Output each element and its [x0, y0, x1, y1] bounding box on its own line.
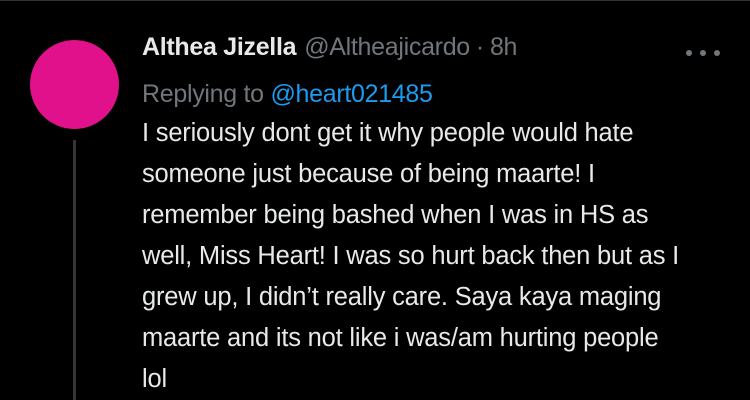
more-dot	[686, 50, 692, 56]
tweet-text-line: well, Miss Heart! I was so hurt back the…	[142, 242, 680, 270]
author-handle[interactable]: @Altheajicardo	[304, 33, 470, 62]
more-dot	[714, 50, 720, 56]
tweet-text-line: lol	[142, 365, 167, 393]
tweet-text: I seriously dont get it why people would…	[142, 113, 742, 400]
tweet-text-line: I seriously dont get it why people would…	[142, 119, 634, 147]
tweet-text-line: maarte and its not like i was/am hurting…	[142, 324, 659, 352]
replying-to: Replying to @heart021485	[142, 80, 732, 109]
tweet-text-line: grew up, I didn’t really care. Saya kaya…	[142, 283, 662, 311]
replying-to-label: Replying to	[142, 80, 264, 108]
tweet-header: Althea Jizella @Altheajicardo · 8h	[142, 33, 732, 71]
replying-to-handle-link[interactable]: @heart021485	[270, 80, 432, 108]
tweet[interactable]: Althea Jizella @Altheajicardo · 8h Reply…	[0, 0, 750, 400]
avatar[interactable]	[30, 40, 119, 129]
thread-line	[73, 140, 76, 400]
tweet-time[interactable]: 8h	[490, 33, 518, 62]
author-display-name[interactable]: Althea Jizella	[142, 33, 297, 62]
tweet-text-line: remember being bashed when I was in HS a…	[142, 201, 649, 229]
tweet-text-line: someone just because of being maarte! I	[142, 160, 595, 188]
more-dot	[700, 50, 706, 56]
separator-dot: ·	[475, 33, 484, 61]
tweet-content: Althea Jizella @Altheajicardo · 8h Reply…	[142, 33, 732, 400]
more-horizontal-icon[interactable]	[686, 47, 720, 59]
